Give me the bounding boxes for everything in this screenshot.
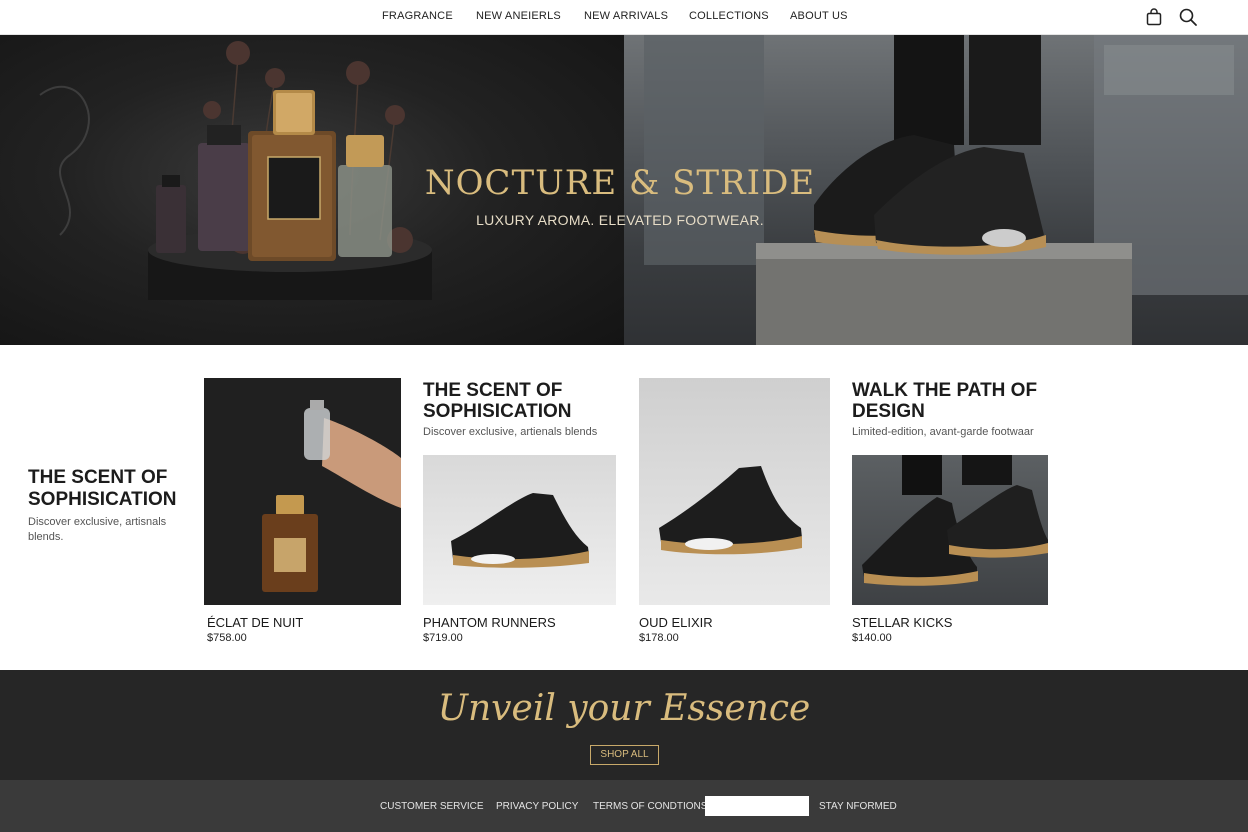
cta-script-heading: Unveil your Essence	[437, 688, 811, 729]
product-image-stellar-kicks[interactable]	[852, 455, 1048, 605]
hero-banner: NOCTURE & STRIDE LUXURY AROMA. ELEVATED …	[0, 35, 1248, 345]
footer-customer-service[interactable]: CUSTOMER SERVICE	[380, 801, 484, 812]
hero-title: NOCTURE & STRIDE	[424, 163, 816, 203]
promo-heading-scent: THE SCENT OF SOPHISICATION	[423, 380, 572, 422]
product-price-phantom-runners: $719.00	[423, 632, 463, 644]
shop-all-button[interactable]: SHOP ALL	[590, 745, 659, 765]
nav-fragrance[interactable]: FRAGRANCE	[382, 10, 453, 22]
product-image-oud-elixir[interactable]	[639, 378, 830, 605]
nav-new-aneierls[interactable]: NEW ANEIERLS	[476, 10, 561, 22]
product-name-stellar-kicks[interactable]: STELLAR KICKS	[852, 615, 952, 630]
newsletter-email-input[interactable]	[705, 796, 809, 816]
product-image-phantom-runners[interactable]	[423, 455, 616, 605]
footer: CUSTOMER SERVICE PRIVACY POLICY TERMS OF…	[0, 780, 1248, 832]
footer-terms[interactable]: TERMS OF CONDTIONS	[593, 801, 707, 812]
nav-about-us[interactable]: ABOUT US	[790, 10, 848, 22]
nav-new-arrivals[interactable]: NEW ARRIVALS	[584, 10, 668, 22]
product-price-oud-elixir: $178.00	[639, 632, 679, 644]
product-price-stellar-kicks: $140.00	[852, 632, 892, 644]
search-icon[interactable]	[1178, 7, 1198, 27]
footer-privacy-policy[interactable]: PRIVACY POLICY	[496, 801, 578, 812]
promo-heading-design: WALK THE PATH OF DESIGN	[852, 380, 1038, 422]
product-section: THE SCENT OF SOPHISICATION Discover excl…	[0, 345, 1248, 670]
product-name-eclat-de-nuit[interactable]: ÉCLAT DE NUIT	[207, 615, 303, 630]
cta-band: Unveil your Essence SHOP ALL	[0, 670, 1248, 780]
side-promo-heading: THE SCENT OF SOPHISICATION	[28, 467, 177, 510]
product-name-phantom-runners[interactable]: PHANTOM RUNNERS	[423, 615, 556, 630]
shopping-bag-icon[interactable]	[1144, 7, 1164, 27]
side-promo-description: Discover exclusive, artisnals blends.	[28, 516, 167, 543]
product-name-oud-elixir[interactable]: OUD ELIXIR	[639, 615, 713, 630]
product-image-eclat-de-nuit[interactable]	[204, 378, 401, 605]
promo-description-design: Limited-edition, avant-garde footwaar	[852, 426, 1034, 438]
stay-informed-link[interactable]: STAY NFORMED	[819, 801, 897, 812]
promo-description-scent: Discover exclusive, artienals blends	[423, 426, 598, 438]
hero-subtitle: LUXURY AROMA. ELEVATED FOOTWEAR.	[476, 212, 764, 228]
product-price-eclat-de-nuit: $758.00	[207, 632, 247, 644]
top-nav: FRAGRANCE NEW ANEIERLS NEW ARRIVALS COLL…	[0, 0, 1248, 35]
nav-collections[interactable]: COLLECTIONS	[689, 10, 769, 22]
